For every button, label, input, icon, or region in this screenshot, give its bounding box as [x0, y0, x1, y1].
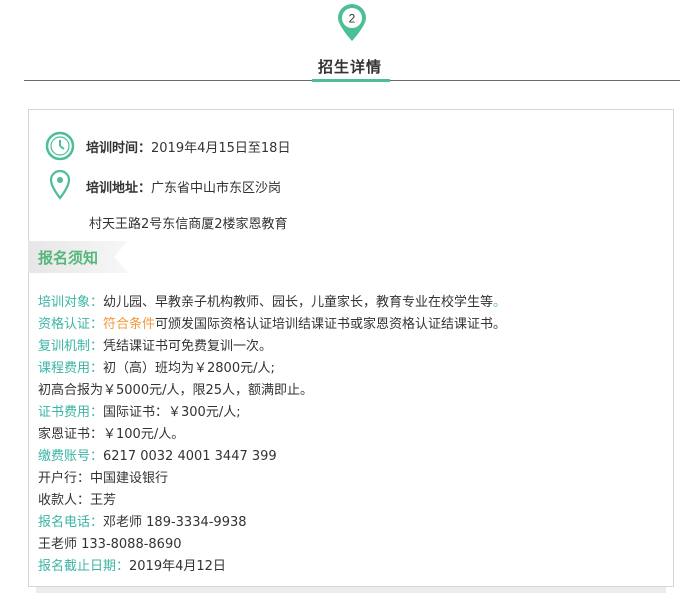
target-dot: 。 [493, 295, 507, 310]
clock-icon [45, 131, 75, 161]
training-address-line1: 广东省中山市东区沙岗 [151, 181, 282, 196]
account-line: 缴费账号：6217 0032 4001 3447 399 [38, 446, 506, 468]
bank-line: 开户行：中国建设银行 [38, 471, 169, 486]
section-header: 2 招生详情 [0, 0, 700, 82]
retrain-value: 凭结课证书可免费复训一次。 [103, 339, 273, 354]
account-value: 6217 0032 4001 3447 399 [103, 449, 277, 464]
certfee-line: 证书费用：国际证书：￥300元/人; [38, 402, 506, 424]
phone-line-2: 王老师 133-8088-8690 [38, 537, 182, 552]
account-label: 缴费账号： [38, 449, 104, 464]
retrain-label: 复训机制： [38, 339, 104, 354]
step-marker-icon: 2 [338, 4, 366, 41]
certfee-line-2: 家恩证书：￥100元/人。 [38, 427, 185, 442]
training-address-line2: 村天王路2号东信商厦2楼家恩教育 [89, 217, 288, 232]
cert-value: 可颁发国际资格认证培训结课证书或家恩资格认证结课证书。 [155, 317, 507, 332]
fee-value-1: 初（高）班均为￥2800元/人; [103, 361, 275, 376]
title-underline [312, 79, 390, 82]
step-number: 2 [349, 12, 356, 26]
cert-highlight: 符合条件 [103, 317, 156, 332]
phone-value-1: 邓老师 189-3334-9938 [103, 515, 247, 530]
retrain-line: 复训机制：凭结课证书可免费复训一次。 [38, 336, 506, 358]
deadline-label: 报名截止日期： [38, 559, 130, 574]
card-shadow [36, 587, 666, 593]
training-time-value: 2019年4月15日至18日 [151, 141, 291, 156]
certfee-value-1: 国际证书：￥300元/人; [103, 405, 241, 420]
cert-line: 资格认证：符合条件可颁发国际资格认证培训结课证书或家恩资格认证结课证书。 [38, 314, 506, 336]
target-value: 幼儿园、早教亲子机构教师、园长，儿童家长，教育专业在校学生等 [103, 295, 494, 310]
phone-label: 报名电话： [38, 515, 104, 530]
phone-line: 报名电话：邓老师 189-3334-9938 [38, 512, 506, 534]
training-time-label: 培训时间： [86, 141, 152, 156]
notice-list: 培训对象：幼儿园、早教亲子机构教师、园长，儿童家长，教育专业在校学生等。 资格认… [38, 292, 506, 578]
target-line: 培训对象：幼儿园、早教亲子机构教师、园长，儿童家长，教育专业在校学生等。 [38, 292, 506, 314]
training-address-label: 培训地址： [86, 181, 152, 196]
training-address: 培训地址： 广东省中山市东区沙岗 [86, 177, 281, 196]
section-title: 招生详情 [317, 58, 382, 76]
deadline-value: 2019年4月12日 [129, 559, 226, 574]
deadline-line: 报名截止日期：2019年4月12日 [38, 556, 506, 578]
certfee-label: 证书费用： [38, 405, 104, 420]
notice-tag-label: 报名须知 [38, 249, 99, 267]
target-label: 培训对象： [38, 295, 104, 310]
location-pin-icon [49, 170, 71, 200]
payee-line: 收款人：王芳 [38, 493, 117, 508]
cert-label: 资格认证： [38, 317, 104, 332]
training-time: 培训时间： 2019年4月15日至18日 [86, 137, 290, 156]
fee-label: 课程费用： [38, 361, 104, 376]
fee-line: 课程费用：初（高）班均为￥2800元/人; [38, 358, 506, 380]
fee-line-2: 初高合报为￥5000元/人，限25人，额满即止。 [38, 383, 314, 398]
